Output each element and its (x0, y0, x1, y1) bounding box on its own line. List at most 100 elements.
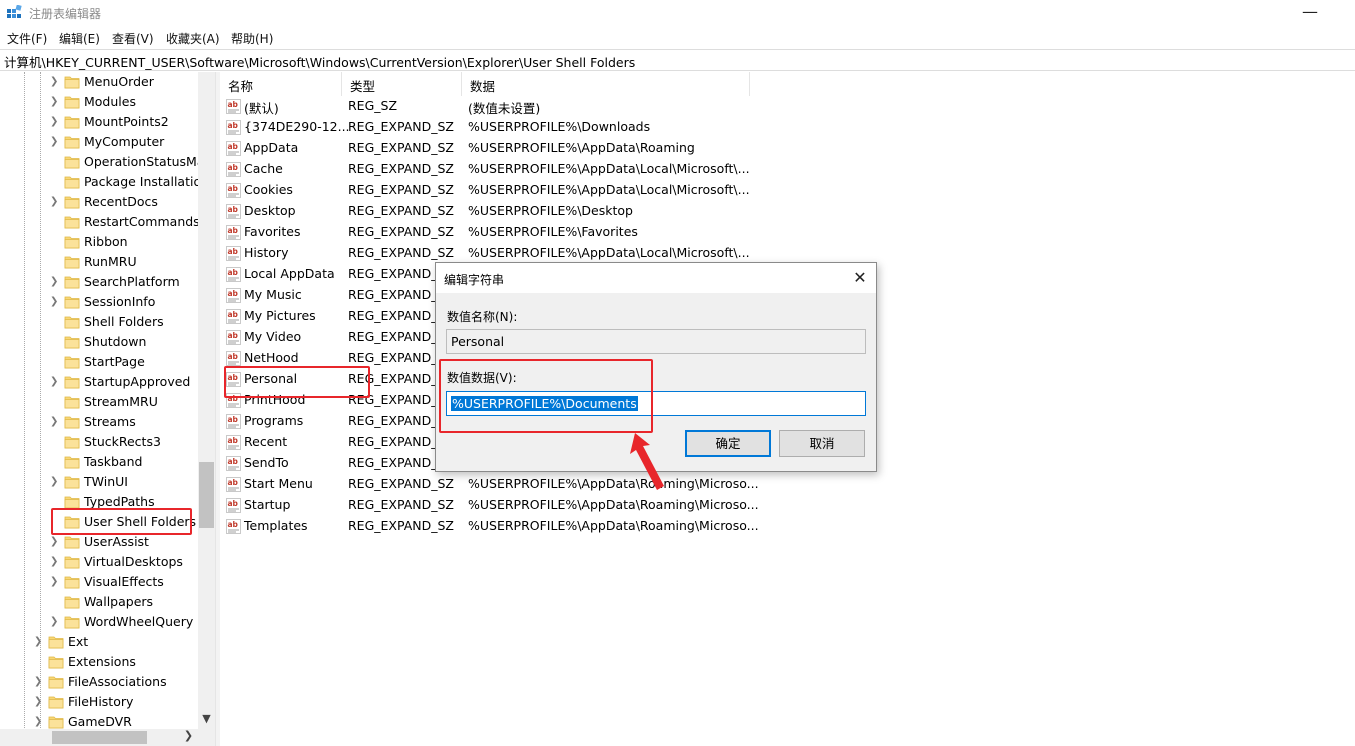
tree-item[interactable]: ❯ RecentDocs (0, 192, 200, 212)
chevron-right-icon[interactable]: ❯ (50, 615, 60, 629)
string-value-icon: ab (226, 204, 241, 219)
tree-item[interactable]: StreamMRU (0, 392, 200, 412)
registry-tree: ❯ MenuOrder ❯ Modules ❯ MountPoints2 ❯ MyComput… (0, 72, 215, 746)
chevron-right-icon[interactable]: ❯ (34, 695, 44, 709)
chevron-right-icon[interactable]: ❯ (34, 675, 44, 689)
tree-item[interactable]: Taskband (0, 452, 200, 472)
chevron-right-icon[interactable]: ❯ (50, 475, 60, 489)
svg-text:ab: ab (228, 289, 239, 298)
tree-item[interactable]: OperationStatusMa (0, 152, 204, 172)
tree-item[interactable]: StuckRects3 (0, 432, 200, 452)
tree-item[interactable]: Package Installatior (0, 172, 206, 192)
chevron-right-icon[interactable]: ❯ (50, 135, 60, 149)
chevron-right-icon[interactable]: ❯ (50, 555, 60, 569)
tree-item[interactable]: ❯ Modules (0, 92, 200, 112)
menu-edit[interactable]: 编辑(E) (59, 30, 100, 47)
value-row[interactable]: ab Cookies REG_EXPAND_SZ %USERPROFILE%\AppD… (220, 180, 760, 201)
value-row[interactable]: ab (默认) REG_SZ (数值未设置) (220, 96, 760, 117)
column-header-type[interactable]: 类型 (342, 72, 462, 96)
folder-icon (64, 474, 80, 489)
tree-item-label: Modules (84, 94, 136, 109)
tree-item[interactable]: RestartCommands (0, 212, 200, 232)
value-type: REG_EXPAND_S (348, 434, 446, 449)
value-row[interactable]: ab Templates REG_EXPAND_SZ %USERPROFILE%\Ap… (220, 516, 760, 537)
tree-item[interactable]: ❯ StartupApproved (0, 372, 200, 392)
value-row[interactable]: ab Start Menu REG_EXPAND_SZ %USERPROFILE%\A… (220, 474, 760, 495)
tree-item[interactable]: RunMRU (0, 252, 200, 272)
menu-help[interactable]: 帮助(H) (231, 30, 273, 47)
value-row[interactable]: ab AppData REG_EXPAND_SZ %USERPROFILE%\AppD… (220, 138, 760, 159)
value-row[interactable]: ab Startup REG_EXPAND_SZ %USERPROFILE%\AppD… (220, 495, 760, 516)
tree-vertical-scrollbar[interactable] (198, 72, 215, 746)
value-row[interactable]: ab Cache REG_EXPAND_SZ %USERPROFILE%\AppDat… (220, 159, 760, 180)
tree-item[interactable]: ❯ FileAssociations (0, 672, 200, 692)
chevron-right-icon[interactable]: ❯ (50, 295, 60, 309)
folder-icon (48, 634, 64, 649)
tree-item-label: Ribbon (84, 234, 128, 249)
tree-item[interactable]: Extensions (0, 652, 200, 672)
tree-item[interactable]: ❯ SessionInfo (0, 292, 200, 312)
tree-item-label: Ext (68, 634, 89, 649)
value-row[interactable]: ab Desktop REG_EXPAND_SZ %USERPROFILE%\Desk… (220, 201, 760, 222)
value-row[interactable]: ab Favorites REG_EXPAND_SZ %USERPROFILE%\Fa… (220, 222, 760, 243)
tree-item[interactable]: ❯ VirtualDesktops (0, 552, 200, 572)
value-type: REG_EXPAND_SZ (348, 245, 454, 260)
folder-icon (48, 654, 64, 669)
value-type: REG_EXPAND_S (348, 455, 446, 470)
tree-item[interactable]: ❯ FileHistory (0, 692, 200, 712)
tree-item[interactable]: ❯ Streams (0, 412, 200, 432)
chevron-right-icon[interactable]: ❯ (50, 375, 60, 389)
value-name: Cookies (244, 182, 293, 197)
close-icon[interactable]: ✕ (850, 268, 870, 288)
chevron-right-icon[interactable]: ❯ (50, 575, 60, 589)
chevron-right-icon[interactable]: ❯ (50, 95, 60, 109)
scroll-right-arrow-icon[interactable]: ❯ (180, 729, 197, 746)
value-data: %USERPROFILE%\AppData\Roaming\Microso... (468, 518, 759, 533)
column-header-data[interactable]: 数据 (462, 72, 750, 96)
ok-button[interactable]: 确定 (685, 430, 771, 457)
tree-item[interactable]: ❯ Ext (0, 632, 200, 652)
value-data: %USERPROFILE%\Favorites (468, 224, 638, 239)
chevron-right-icon[interactable]: ❯ (50, 415, 60, 429)
tree-scroll-thumb[interactable] (199, 462, 214, 528)
folder-icon (64, 234, 80, 249)
tree-item[interactable]: ❯ UserAssist (0, 532, 200, 552)
tree-item[interactable]: StartPage (0, 352, 200, 372)
tree-item[interactable]: ❯ MyComputer (0, 132, 200, 152)
tree-item[interactable]: ❯ TWinUI (0, 472, 200, 492)
menu-file[interactable]: 文件(F) (7, 30, 47, 47)
tree-item[interactable]: ❯ MenuOrder (0, 72, 200, 92)
scroll-down-arrow-icon[interactable]: ▼ (198, 712, 215, 729)
cancel-button[interactable]: 取消 (779, 430, 865, 457)
tree-item[interactable]: ❯ MountPoints2 (0, 112, 200, 132)
tree-item-label: MyComputer (84, 134, 165, 149)
tree-item[interactable]: Shutdown (0, 332, 200, 352)
chevron-right-icon[interactable]: ❯ (50, 115, 60, 129)
tree-item[interactable]: ❯ WordWheelQuery (0, 612, 200, 632)
chevron-right-icon[interactable]: ❯ (50, 75, 60, 89)
tree-item[interactable]: ❯ VisualEffects (0, 572, 200, 592)
menu-favorites[interactable]: 收藏夹(A) (166, 30, 220, 47)
annotation-arrow-icon (630, 433, 664, 490)
tree-item[interactable]: Wallpapers (0, 592, 200, 612)
tree-item[interactable]: Ribbon (0, 232, 200, 252)
address-bar[interactable]: 计算机\HKEY_CURRENT_USER\Software\Microsoft… (0, 49, 1355, 71)
tree-item-label: Wallpapers (84, 594, 154, 609)
value-row[interactable]: ab {374DE290-12... REG_EXPAND_SZ %USERPROFI… (220, 117, 760, 138)
chevron-right-icon[interactable]: ❯ (34, 635, 44, 649)
tree-hscroll-thumb[interactable] (52, 731, 147, 744)
tree-item[interactable]: Shell Folders (0, 312, 200, 332)
string-value-icon: ab (226, 309, 241, 324)
chevron-right-icon[interactable]: ❯ (34, 715, 44, 729)
dialog-title-bar: 编辑字符串 ✕ (436, 263, 876, 293)
chevron-right-icon[interactable]: ❯ (50, 275, 60, 289)
chevron-right-icon[interactable]: ❯ (50, 195, 60, 209)
folder-icon (64, 294, 80, 309)
value-row[interactable]: ab History REG_EXPAND_SZ %USERPROFILE%\AppD… (220, 243, 760, 264)
menu-view[interactable]: 查看(V) (112, 30, 154, 47)
tree-item-label: StuckRects3 (84, 434, 161, 449)
tree-item[interactable]: ❯ SearchPlatform (0, 272, 200, 292)
chevron-right-icon[interactable]: ❯ (50, 535, 60, 549)
column-header-name[interactable]: 名称 (220, 72, 342, 96)
minimize-button[interactable]: — (1300, 2, 1320, 22)
